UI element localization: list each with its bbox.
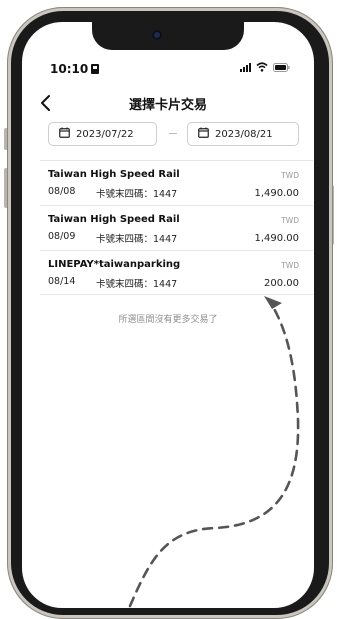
annotation-dashed-arrow [128,296,300,608]
